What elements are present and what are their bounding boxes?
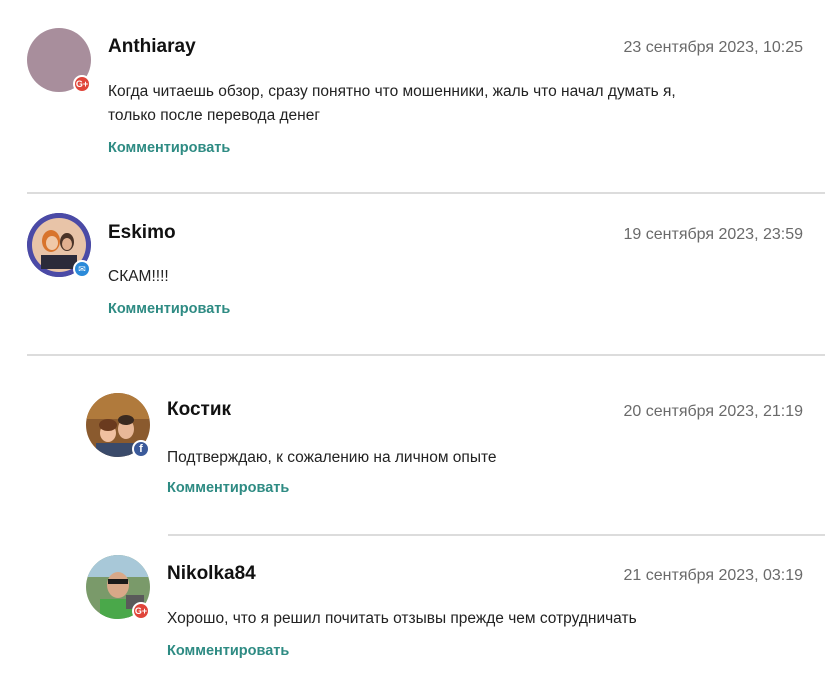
reply-button[interactable]: Комментировать <box>167 643 289 659</box>
comment-text-line: только после перевода денег <box>108 107 321 124</box>
comment-author[interactable]: Nikolka84 <box>167 563 256 585</box>
comment-text-line: Хорошо, что я решил почитать отзывы преж… <box>167 610 637 627</box>
google-plus-icon: G+ <box>132 602 150 620</box>
reply-button[interactable]: Комментировать <box>167 480 289 496</box>
comment-item: ✉ Eskimo 19 сентября 2023, 23:59 СКАМ!!!… <box>0 195 825 355</box>
reply-button[interactable]: Комментировать <box>108 301 230 317</box>
comment-date: 21 сентября 2023, 03:19 <box>623 567 803 584</box>
comment-text: Когда читаешь обзор, сразу понятно что м… <box>108 80 676 128</box>
comment-text-line: Когда читаешь обзор, сразу понятно что м… <box>108 83 676 100</box>
comment-item: G+ Anthiaray 23 сентября 2023, 10:25 Ког… <box>0 0 825 190</box>
comment-divider <box>168 534 825 536</box>
comment-item: f Костик 20 сентября 2023, 21:19 Подтвер… <box>0 357 825 533</box>
comment-author[interactable]: Костик <box>167 399 231 421</box>
comment-text-line: Подтверждаю, к сожалению на личном опыте <box>167 449 497 466</box>
comment-text: СКАМ!!!! <box>108 265 169 289</box>
comment-divider <box>27 354 825 356</box>
reply-button[interactable]: Комментировать <box>108 140 230 156</box>
comment-author[interactable]: Eskimo <box>108 222 176 244</box>
comment-date: 23 сентября 2023, 10:25 <box>623 39 803 56</box>
comment-date: 19 сентября 2023, 23:59 <box>623 226 803 243</box>
facebook-icon: f <box>132 440 150 458</box>
comment-text-line: СКАМ!!!! <box>108 268 169 285</box>
comment-date: 20 сентября 2023, 21:19 <box>623 403 803 420</box>
comment-text: Подтверждаю, к сожалению на личном опыте <box>167 446 497 470</box>
comment-author[interactable]: Anthiaray <box>108 36 196 58</box>
comment-item: G+ Nikolka84 21 сентября 2023, 03:19 Хор… <box>0 537 825 694</box>
mail-icon: ✉ <box>73 260 91 278</box>
comment-text: Хорошо, что я решил почитать отзывы преж… <box>167 607 637 631</box>
comment-divider <box>27 192 825 194</box>
google-plus-icon: G+ <box>73 75 91 93</box>
